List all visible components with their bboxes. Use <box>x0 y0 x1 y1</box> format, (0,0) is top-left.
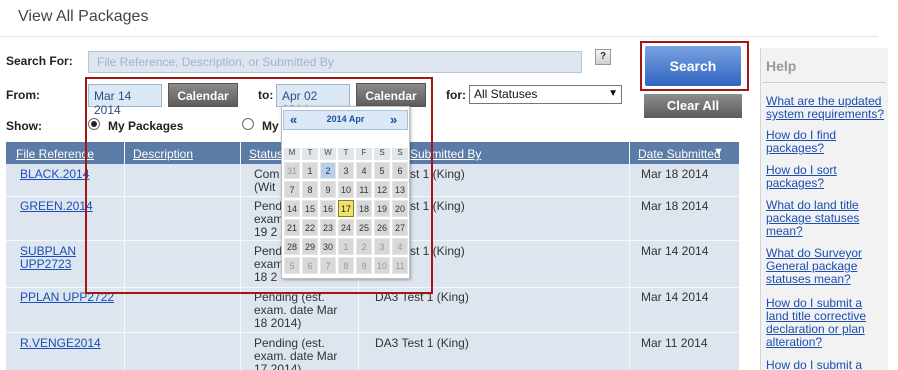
table-row-date: Mar 14 2014 <box>641 244 709 258</box>
show-label: Show: <box>6 119 42 133</box>
table-row-status: Pending (est. exam. date Mar 18 2014) <box>254 290 338 330</box>
help-link-sort-packages[interactable]: How do I sort packages? <box>766 164 886 190</box>
calendar-highlight-box <box>85 77 433 294</box>
help-link-land-title-statuses[interactable]: What do land title package statuses mean… <box>766 199 886 238</box>
header-file-reference[interactable]: File Reference <box>16 147 94 161</box>
table-row-date: Mar 11 2014 <box>641 336 708 350</box>
search-button[interactable]: Search <box>645 46 741 86</box>
column-divider <box>629 142 630 370</box>
clear-all-button[interactable]: Clear All <box>644 94 742 118</box>
header-date-submitted[interactable]: Date Submitted <box>638 147 721 161</box>
help-link-find-packages[interactable]: How do I find packages? <box>766 129 886 155</box>
title-divider <box>0 36 878 37</box>
table-row-date: Mar 14 2014 <box>641 290 709 304</box>
table-row-date: Mar 18 2014 <box>641 199 709 213</box>
help-title: Help <box>766 58 797 74</box>
help-divider <box>762 82 886 83</box>
help-link-submit[interactable]: How do I submit a <box>766 359 886 370</box>
table-row-date: Mar 18 2014 <box>641 167 709 181</box>
chevron-down-icon: ▼ <box>608 88 618 99</box>
table-row-status: Pending (est. exam. date Mar 17 2014) <box>254 336 338 370</box>
search-input[interactable]: File Reference, Description, or Submitte… <box>88 51 582 73</box>
sort-descending-icon: ▼ <box>713 146 724 158</box>
help-question-icon[interactable]: ? <box>595 49 611 65</box>
help-link-surveyor-statuses[interactable]: What do Surveyor General package statuse… <box>766 247 886 286</box>
status-select[interactable]: All Statuses ▼ <box>469 85 622 104</box>
from-label: From: <box>6 88 40 102</box>
search-label: Search For: <box>6 54 73 68</box>
table-row-ref[interactable]: SUBPLAN UPP2723 <box>20 245 90 271</box>
help-link-corrective-declaration[interactable]: How do I submit a land title corrective … <box>766 297 886 349</box>
table-row-ref[interactable]: R.VENGE2014 <box>20 337 120 350</box>
help-link-system-requirements[interactable]: What are the updated system requirements… <box>766 95 886 121</box>
status-select-value: All Statuses <box>474 87 538 101</box>
for-label: for: <box>446 88 466 102</box>
table-row-submitted-by: DA3 Test 1 (King) <box>375 336 469 350</box>
page-title: View All Packages <box>18 8 149 25</box>
row-divider <box>6 332 739 333</box>
